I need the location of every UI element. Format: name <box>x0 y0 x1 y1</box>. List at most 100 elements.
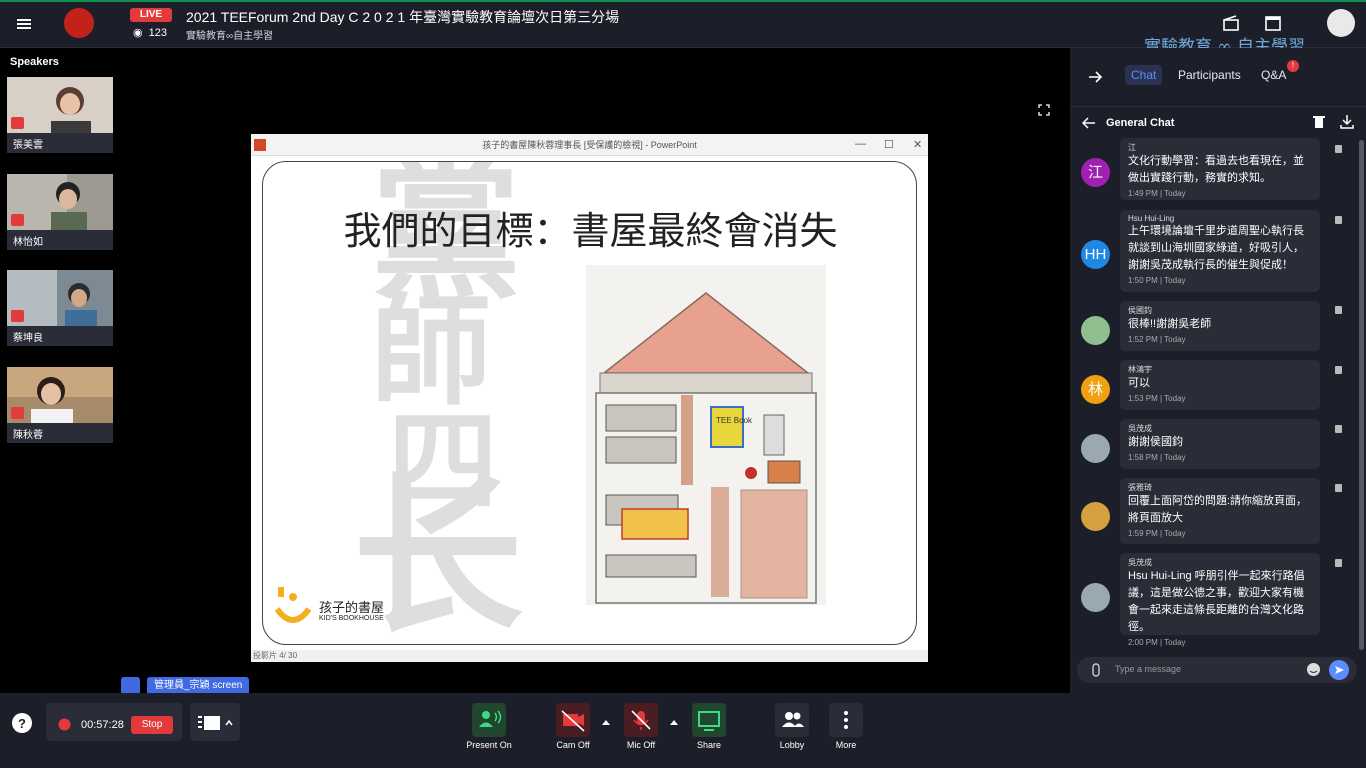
mic-muted-icon <box>11 214 24 226</box>
house-drawing-art: TEE Book <box>595 292 817 604</box>
maximize-icon: ☐ <box>884 139 894 151</box>
speaker-name: 林怡如 <box>13 237 43 248</box>
message-avatar <box>1081 583 1110 612</box>
progress-accent <box>0 0 1366 2</box>
share-button[interactable] <box>692 703 726 737</box>
delete-message-icon[interactable] <box>1335 306 1342 314</box>
powerpoint-icon <box>254 139 266 151</box>
speaker-name: 蔡坤良 <box>13 333 43 344</box>
people-icon <box>782 712 804 727</box>
message-time: 2:00 PM | Today <box>1128 638 1186 647</box>
speakers-label: Speakers <box>10 56 59 68</box>
event-logo <box>64 8 94 38</box>
message-avatar <box>1081 502 1110 531</box>
drawing-sign-text: TEE Book <box>716 416 753 425</box>
message-author: 江 <box>1128 143 1136 152</box>
trash-icon[interactable] <box>1313 115 1325 129</box>
cam-options-caret-icon[interactable] <box>601 718 611 726</box>
back-arrow-icon[interactable] <box>1082 116 1096 130</box>
stop-recording-button[interactable]: Stop <box>131 716 173 734</box>
qa-badge: ! <box>1287 60 1299 72</box>
slide: 黨 師 四 长 我們的目標：書屋最終會消失 TEE Book 孩子的書屋 KID… <box>262 161 917 645</box>
message-text: 文化行動學習：看過去也看現在，並做出實踐行動，務實的求知。 <box>1128 155 1304 184</box>
message-text: 很棒!!謝謝吳老師 <box>1128 318 1212 330</box>
chat-message: 吳茂成 謝謝侯國鈞 1:58 PM | Today <box>1120 419 1320 469</box>
viewer-count: ◉ 123 <box>133 26 167 40</box>
share-label: Share <box>696 740 722 750</box>
delete-message-icon[interactable] <box>1335 216 1342 224</box>
chat-scrollbar[interactable] <box>1359 140 1364 650</box>
tab-participants[interactable]: Participants <box>1178 68 1241 82</box>
delete-message-icon[interactable] <box>1335 366 1342 374</box>
collapse-arrow-icon[interactable] <box>1086 68 1104 86</box>
chat-message: 張雅琦 回覆上面阿岱的問題:請你縮放頁面，將頁面放大 1:59 PM | Tod… <box>1120 478 1320 544</box>
message-author: 吳茂成 <box>1128 424 1152 433</box>
message-time: 1:59 PM | Today <box>1128 529 1186 538</box>
chat-message: 江 文化行動學習：看過去也看現在，並做出實踐行動，務實的求知。 1:49 PM … <box>1120 138 1320 200</box>
speaker-tile[interactable]: 蔡坤良 <box>7 270 113 346</box>
user-avatar[interactable] <box>1327 9 1355 37</box>
mic-muted-icon <box>11 407 24 419</box>
message-input[interactable]: Type a message <box>1077 657 1357 683</box>
cam-off-label: Cam Off <box>556 740 590 750</box>
calligraphy-char: 師 <box>371 281 491 422</box>
send-icon[interactable] <box>1329 660 1349 680</box>
share-screen-icon <box>698 711 720 731</box>
cam-off-button[interactable] <box>556 703 590 737</box>
layout-icon <box>198 716 233 730</box>
record-icon <box>58 718 71 731</box>
kids-bookhouse-logo: 孩子的書屋 KID'S BOOKHOUSE <box>274 587 384 636</box>
tab-qa[interactable]: Q&A <box>1261 68 1286 82</box>
speaker-tile[interactable]: 陳秋蓉 <box>7 367 113 443</box>
message-time: 1:53 PM | Today <box>1128 394 1186 403</box>
calendar-icon[interactable] <box>1262 12 1284 34</box>
present-on-button[interactable] <box>472 703 506 737</box>
delete-message-icon[interactable] <box>1335 484 1342 492</box>
speaker-tile[interactable]: 林怡如 <box>7 174 113 250</box>
help-icon[interactable]: ? <box>10 711 34 735</box>
chat-tabs: Chat Participants Q&A ! <box>1070 48 1366 104</box>
event-subtitle: 實驗教育∞自主學習 <box>186 31 274 42</box>
message-text: Hsu Hui-Ling 呼朋引伴一起來行路倡議，這是做公德之事，歡迎大家有機會… <box>1128 570 1305 633</box>
speaker-tile[interactable]: 張美雲 <box>7 77 113 153</box>
message-text: 謝謝侯國鈞 <box>1128 436 1183 448</box>
download-icon[interactable] <box>1340 114 1354 129</box>
delete-message-icon[interactable] <box>1335 425 1342 433</box>
hamburger-menu-icon[interactable] <box>14 14 34 34</box>
emoji-icon[interactable] <box>1306 662 1321 677</box>
house-drawing: TEE Book <box>586 265 826 605</box>
delete-message-icon[interactable] <box>1335 559 1342 567</box>
attach-icon[interactable] <box>1089 663 1103 677</box>
message-avatar: HH <box>1081 240 1110 269</box>
chat-message: 林鴻宇 可以 1:53 PM | Today <box>1120 360 1320 410</box>
close-icon: ✕ <box>913 139 923 151</box>
svg-text:?: ? <box>18 716 26 731</box>
mic-off-button[interactable] <box>624 703 658 737</box>
mic-off-icon <box>631 710 651 730</box>
speaker-name: 張美雲 <box>13 140 43 151</box>
mic-options-caret-icon[interactable] <box>669 718 679 726</box>
chat-message: 吳茂成 Hsu Hui-Ling 呼朋引伴一起來行路倡議，這是做公德之事，歡迎大… <box>1120 553 1320 647</box>
message-author: 侯國鈞 <box>1128 306 1152 315</box>
powerpoint-window-title: 孩子的書屋陳秋蓉理事長 [受保護的檢視] - PowerPoint <box>251 134 928 156</box>
clapperboard-icon[interactable] <box>1220 12 1242 34</box>
live-badge: LIVE <box>130 8 172 22</box>
more-button[interactable] <box>829 703 863 737</box>
message-author: Hsu Hui-Ling <box>1128 214 1175 223</box>
lobby-button[interactable] <box>775 703 809 737</box>
delete-message-icon[interactable] <box>1335 145 1342 153</box>
minimize-icon: — <box>855 138 866 150</box>
ppt-status-bar: 投影片 4/ 30 <box>251 650 928 662</box>
message-text: 可以 <box>1128 377 1150 389</box>
chat-message: 侯國鈞 很棒!!謝謝吳老師 1:52 PM | Today <box>1120 301 1320 351</box>
message-avatar <box>1081 434 1110 463</box>
general-chat-title: General Chat <box>1106 117 1175 129</box>
message-time: 1:49 PM | Today <box>1128 189 1186 198</box>
camera-off-icon <box>561 710 585 732</box>
mic-off-label: Mic Off <box>626 740 656 750</box>
logo-name: 孩子的書屋 <box>319 601 385 616</box>
tab-chat[interactable]: Chat <box>1125 65 1163 85</box>
expand-icon[interactable] <box>1038 104 1050 116</box>
viewer-count-value: 123 <box>148 26 167 39</box>
message-avatar: 江 <box>1081 158 1110 187</box>
